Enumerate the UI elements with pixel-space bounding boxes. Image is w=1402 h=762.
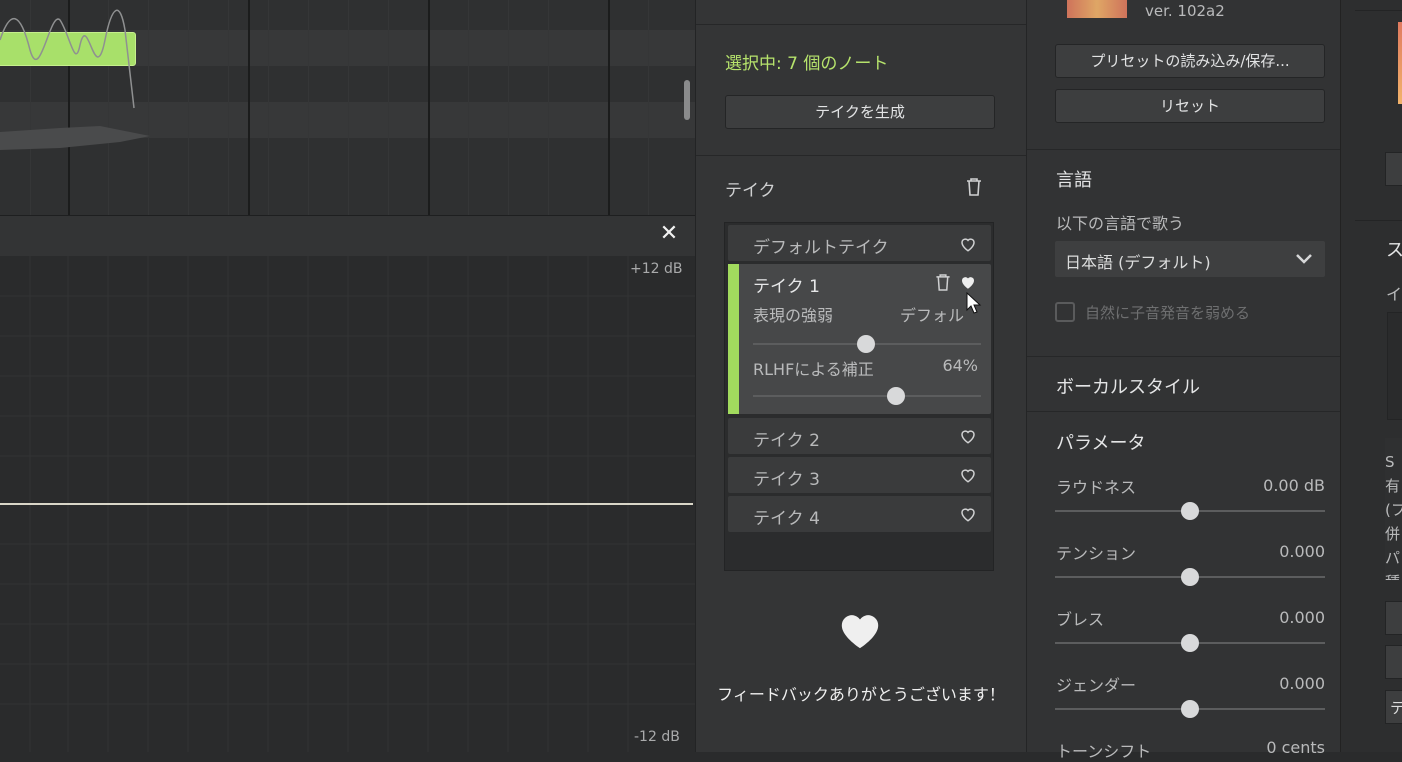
weaken-consonant-label: 自然に子音発音を弱める <box>1085 304 1251 322</box>
tension-label: テンション <box>1056 544 1137 563</box>
take-item-3[interactable]: テイク 3 <box>728 457 991 493</box>
takes-list: デフォルトテイク テイク 1 表現の強弱 デフォルト RLHFによる補正 64% <box>724 222 994 571</box>
language-title: 言語 <box>1056 170 1092 191</box>
strip-desc-line: 併 <box>1385 525 1401 543</box>
rlhf-label: RLHFによる補正 <box>753 360 874 379</box>
gender-label: ジェンダー <box>1056 676 1137 695</box>
rlhf-slider-knob[interactable] <box>887 387 905 405</box>
strip-desc-line: 有 <box>1385 477 1401 495</box>
right-side-panel: ス イ S 有 (フ 併 パ 種 テ <box>1340 0 1402 752</box>
parameter-panel-header <box>0 215 695 256</box>
tone-shift-label: トーンシフト <box>1056 742 1152 761</box>
strip-description: S 有 (フ 併 パ 種 <box>1385 438 1402 580</box>
vocal-style-title[interactable]: ボーカルスタイル <box>1056 373 1200 399</box>
take-label: テイク 4 <box>753 509 820 529</box>
preset-load-save-button[interactable]: プリセットの読み込み/保存... <box>1055 44 1325 78</box>
rlhf-slider[interactable] <box>753 395 981 397</box>
take-label: テイク 1 <box>753 277 820 297</box>
db-top-label: +12 dB <box>630 261 683 277</box>
expression-value: デフォルト <box>900 306 964 325</box>
voice-thumbnail[interactable] <box>1398 22 1402 104</box>
loudness-label: ラウドネス <box>1056 478 1137 497</box>
strip-section-title: ス <box>1386 240 1402 261</box>
pitch-curve <box>0 9 150 150</box>
strip-desc-line: (フ <box>1385 501 1402 519</box>
reset-button[interactable]: リセット <box>1055 89 1325 123</box>
close-icon[interactable]: ✕ <box>658 223 680 245</box>
strip-button[interactable] <box>1385 601 1402 635</box>
loudness-value: 0.00 dB <box>1263 476 1325 495</box>
sing-in-language-label: 以下の言語で歌う <box>1056 214 1185 233</box>
parameter-line[interactable] <box>0 503 693 505</box>
heart-filled-icon[interactable] <box>959 273 977 291</box>
take-label: テイク 3 <box>753 470 820 490</box>
take-label: テイク 2 <box>753 431 820 451</box>
expression-label: 表現の強弱 <box>753 306 834 325</box>
heart-outline-icon[interactable] <box>959 235 977 253</box>
tension-value: 0.000 <box>1279 542 1325 561</box>
vertical-scrollbar[interactable] <box>684 80 690 120</box>
weaken-consonant-checkbox[interactable] <box>1055 302 1075 322</box>
take-selected-accent <box>728 264 739 414</box>
strip-desc-line: S <box>1385 453 1395 471</box>
language-dropdown[interactable]: 日本語 (デフォルト) <box>1055 241 1325 277</box>
takes-heading: テイク <box>725 181 776 201</box>
gender-value: 0.000 <box>1279 674 1325 693</box>
expression-slider-knob[interactable] <box>857 335 875 353</box>
take-item-1[interactable]: テイク 1 表現の強弱 デフォルト RLHFによる補正 64% <box>728 264 991 414</box>
heart-outline-icon[interactable] <box>959 505 977 523</box>
strip-button[interactable] <box>1385 152 1402 186</box>
voice-parameters-panel: ver. 102a2 プリセットの読み込み/保存... リセット 言語 以下の言… <box>1026 0 1341 761</box>
breath-slider-knob[interactable] <box>1181 634 1199 652</box>
piano-roll[interactable] <box>0 0 695 215</box>
voice-avatar <box>1067 0 1127 18</box>
take-label: デフォルトテイク <box>753 238 889 258</box>
parameters-title: パラメータ <box>1056 433 1146 454</box>
strip-button-label: テ <box>1390 697 1402 718</box>
mouse-cursor-icon <box>966 292 982 314</box>
loudness-slider-knob[interactable] <box>1181 502 1199 520</box>
heart-outline-icon[interactable] <box>959 427 977 445</box>
rlhf-value: 64% <box>942 356 978 375</box>
strip-list[interactable] <box>1387 312 1402 420</box>
breath-label: ブレス <box>1056 610 1105 629</box>
breath-value: 0.000 <box>1279 608 1325 627</box>
chevron-down-icon <box>1296 254 1312 264</box>
trash-icon[interactable] <box>935 274 951 291</box>
tension-slider-knob[interactable] <box>1181 568 1199 586</box>
gender-slider-knob[interactable] <box>1181 700 1199 718</box>
feedback-thanks-message: フィードバックありがとうございます！ <box>717 685 1005 704</box>
version-text: ver. 102a2 <box>1145 2 1225 20</box>
take-item-default[interactable]: デフォルトテイク <box>728 225 991 261</box>
generate-takes-button[interactable]: テイクを生成 <box>725 95 995 129</box>
trash-icon[interactable] <box>966 178 982 196</box>
take-item-4[interactable]: テイク 4 <box>728 496 991 532</box>
take-item-2[interactable]: テイク 2 <box>728 418 991 454</box>
takes-panel: 選択中: 7 個のノート テイクを生成 テイク デフォルトテイク テイク 1 表… <box>695 0 1026 752</box>
heart-feedback-icon <box>841 615 879 649</box>
selection-status: 選択中: 7 個のノート <box>725 54 889 74</box>
strip-desc-line: パ <box>1385 549 1401 567</box>
strip-button[interactable]: テ <box>1385 690 1402 724</box>
language-value: 日本語 (デフォルト) <box>1065 253 1211 272</box>
heart-outline-icon[interactable] <box>959 466 977 484</box>
strip-label: イ <box>1386 285 1402 304</box>
strip-button[interactable] <box>1385 645 1402 679</box>
strip-desc-line: 種 <box>1385 570 1402 580</box>
tone-shift-value: 0 cents <box>1266 738 1325 757</box>
db-bottom-label: -12 dB <box>634 729 680 745</box>
